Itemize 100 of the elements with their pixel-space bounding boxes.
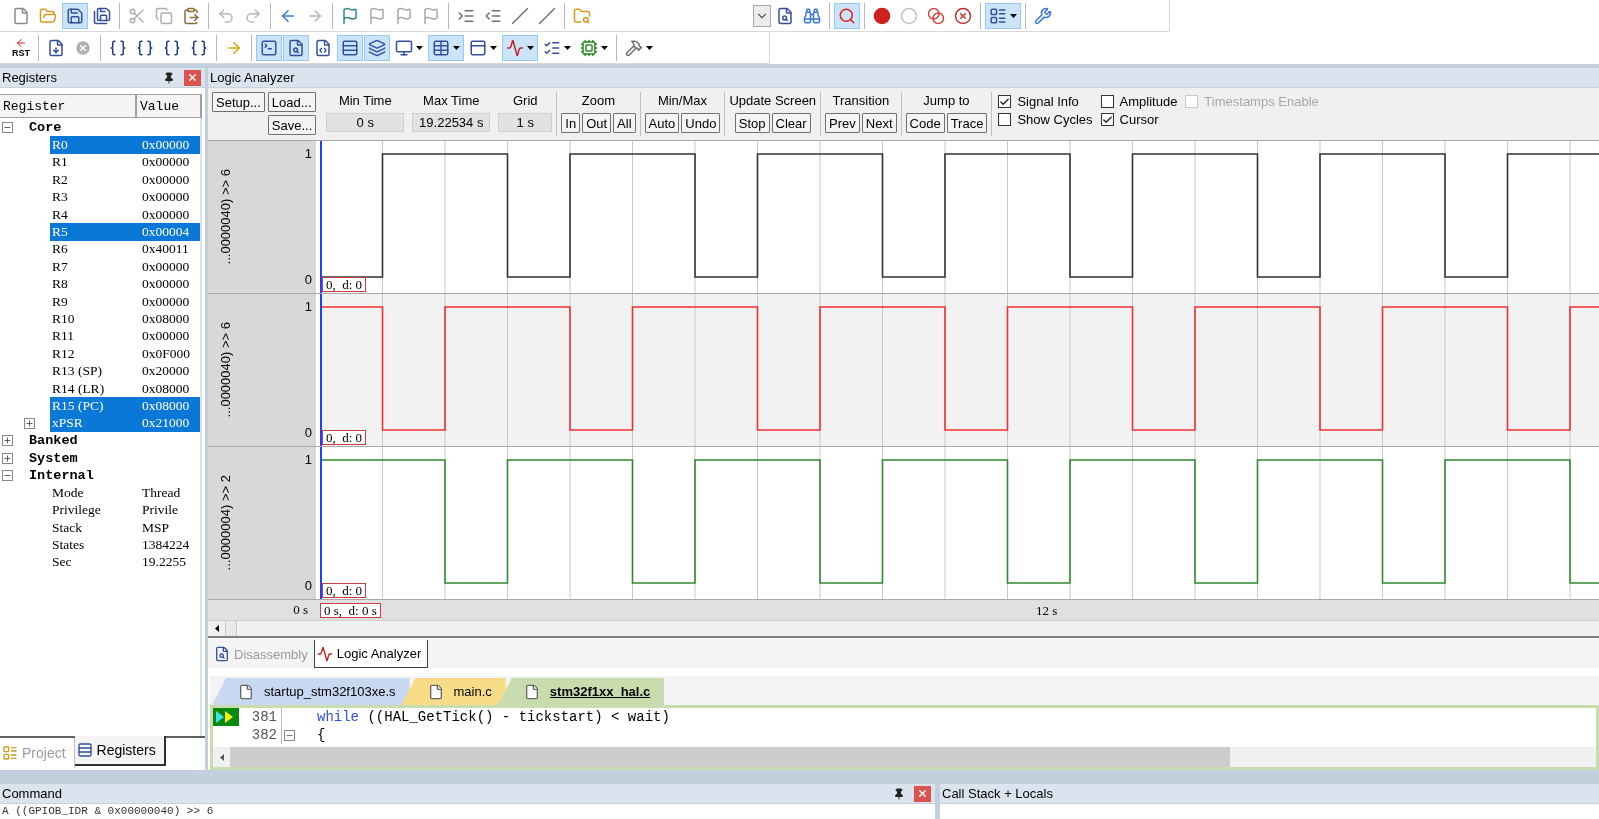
registers-window-button[interactable] — [337, 34, 363, 61]
close-button[interactable] — [184, 69, 201, 86]
column-header[interactable]: Value — [137, 95, 202, 117]
file-tab[interactable]: startup_stm32f103xe.s — [212, 678, 410, 705]
view-tab[interactable]: Logic Analyzer — [313, 640, 429, 668]
tree-row[interactable]: R11 0x00000 — [50, 327, 200, 346]
code-line: while ((HAL_GetTick() - tickstart) < wait) — [316, 709, 670, 725]
analyzer-button[interactable]: Undo — [681, 113, 721, 133]
register-name: R2 — [51, 171, 69, 188]
register-value: 0x00000 — [142, 137, 191, 154]
collapse-icon[interactable] — [284, 729, 295, 741]
checkbox[interactable] — [1100, 113, 1114, 126]
analyzer-button[interactable]: All — [613, 113, 636, 133]
checkbox[interactable] — [1100, 95, 1114, 108]
call-stack-window-button[interactable] — [364, 34, 390, 61]
tree-row[interactable]: R3 0x00000 — [50, 188, 200, 206]
expand-icon[interactable] — [24, 417, 35, 429]
tree-row[interactable]: R8 0x00000 — [50, 275, 200, 293]
register-value: 0x00000 — [142, 206, 191, 223]
register-name: xPSR — [51, 415, 84, 432]
save-button[interactable]: Save... — [267, 115, 317, 135]
field-label: Grid — [513, 92, 538, 110]
memory-window-button[interactable] — [428, 34, 464, 61]
tree-row[interactable]: Privilege Privile — [50, 501, 200, 519]
folder-icon — [39, 6, 57, 25]
dropdown-button[interactable] — [753, 4, 771, 27]
analyzer-button[interactable]: Clear — [771, 113, 811, 133]
code-file-icon — [314, 38, 332, 57]
scroll-thumb[interactable] — [230, 747, 1230, 767]
checkbox-label: Cursor — [1119, 112, 1159, 127]
expand-icon[interactable] — [2, 435, 13, 447]
checkbox[interactable] — [998, 113, 1012, 126]
analyzer-button[interactable]: In — [561, 113, 581, 133]
debug-session-button[interactable] — [834, 2, 860, 29]
tree-row[interactable]: Banked — [27, 432, 200, 450]
register-value: 0x00000 — [142, 154, 191, 171]
tree-row[interactable]: R6 0x40011 — [50, 240, 200, 259]
save-button[interactable] — [62, 2, 88, 29]
tree-row[interactable]: Stack MSP — [50, 519, 200, 537]
tree-row[interactable]: Internal — [27, 466, 200, 485]
flag-icon — [368, 6, 386, 25]
analysis-window-button[interactable] — [502, 34, 538, 61]
analyzer-button[interactable]: Code — [905, 113, 945, 133]
setup-button[interactable]: Setup... — [212, 92, 265, 112]
disassembly-window-button[interactable] — [283, 34, 309, 61]
tree-row[interactable]: Core — [27, 119, 200, 137]
flag-icon — [422, 6, 440, 25]
tree-row[interactable]: R10 0x08000 — [50, 310, 200, 328]
time-label: 0 s — [293, 602, 308, 618]
reset-button[interactable]: RST — [8, 34, 34, 61]
analyzer-button[interactable]: Auto — [644, 113, 680, 133]
tree-row[interactable]: R2 0x00000 — [50, 171, 200, 189]
scroll-thumb[interactable] — [225, 621, 237, 636]
close-button[interactable] — [914, 785, 931, 802]
window-icon — [2, 745, 18, 761]
group-label: Update Screen — [729, 92, 817, 110]
tree-row[interactable]: Sec 19.2255 — [50, 553, 200, 572]
file-tab[interactable]: stm32f1xx_hal.c — [497, 678, 665, 705]
tree-row[interactable]: R5 0x00004 — [50, 223, 200, 241]
copy-icon — [155, 6, 173, 25]
tree-row[interactable]: R1 0x00000 — [50, 153, 200, 172]
checkbox-label: Amplitude — [1119, 94, 1178, 109]
terminal-icon — [260, 38, 278, 57]
expand-icon[interactable] — [2, 452, 13, 464]
tree-row[interactable]: States 1384224 — [50, 536, 200, 554]
tree-row[interactable]: R14 (LR) 0x08000 — [50, 379, 200, 398]
tree-row[interactable]: R12 0x0F000 — [50, 345, 200, 363]
waveform-icon — [506, 38, 524, 57]
tree-row[interactable]: R7 0x00000 — [50, 258, 200, 276]
window-layout-button[interactable] — [985, 2, 1021, 29]
command-window-button[interactable] — [256, 34, 282, 61]
register-value: 0x08000 — [142, 380, 191, 397]
tree-row[interactable]: System — [27, 449, 200, 467]
analyzer-button[interactable]: Prev — [825, 113, 860, 133]
register-name: States — [51, 537, 86, 554]
tree-row[interactable]: R4 0x00000 — [50, 205, 200, 224]
analyzer-button[interactable]: Trace — [946, 113, 988, 133]
redo-icon — [244, 6, 262, 25]
tree-row[interactable]: Mode Thread — [50, 484, 200, 502]
column-header[interactable]: Register — [0, 95, 137, 117]
analyzer-button[interactable]: Out — [582, 113, 612, 133]
checkbox[interactable] — [998, 95, 1012, 108]
close-icon — [917, 788, 928, 799]
register-name: R15 (PC) — [51, 397, 105, 414]
tree-row[interactable]: R13 (SP) 0x20000 — [50, 362, 200, 380]
panel-tab[interactable]: Registers — [74, 736, 166, 766]
tree-row[interactable]: R0 0x00000 — [50, 136, 200, 154]
collapse-icon[interactable] — [2, 470, 13, 481]
analyzer-button[interactable]: Next — [861, 113, 897, 133]
register-value: 0x0F000 — [142, 345, 191, 362]
load-button[interactable]: Load... — [267, 92, 317, 112]
file-tab[interactable]: main.c — [401, 678, 506, 705]
flag-icon — [341, 6, 359, 25]
collapse-icon[interactable] — [2, 122, 13, 134]
tree-row[interactable]: R15 (PC) 0x08000 — [50, 397, 200, 415]
rows-icon — [76, 742, 93, 758]
tree-row[interactable]: R9 0x00000 — [50, 292, 200, 311]
level-label: 0 — [304, 579, 312, 593]
analyzer-button[interactable]: Stop — [734, 113, 770, 133]
group-label: Zoom — [581, 92, 616, 110]
